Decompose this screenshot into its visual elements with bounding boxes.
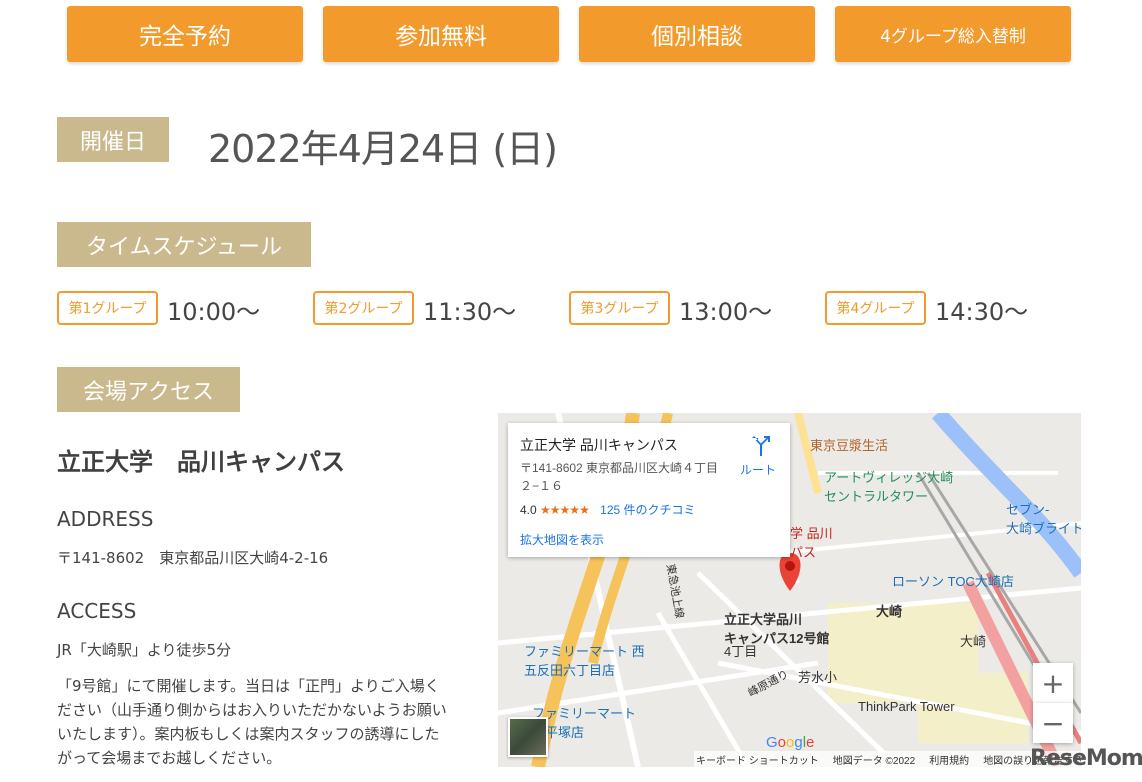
directions-icon[interactable] (748, 435, 772, 457)
embedded-map[interactable]: 立正大学 品川キャンパス 〒141-8602 東京都品川区大崎４丁目２−１６ 4… (498, 413, 1081, 767)
schedule-label: タイムスケジュール (57, 222, 311, 267)
feature-free: 参加無料 (323, 6, 559, 62)
terms-link[interactable]: 利用規約 (929, 752, 969, 767)
satellite-toggle[interactable] (508, 717, 548, 757)
zoom-out-button[interactable]: − (1033, 703, 1073, 743)
group-badge-1: 第1グループ (57, 291, 158, 325)
google-logo: Google (766, 734, 815, 751)
group-badge-4: 第4グループ (825, 291, 926, 325)
map-card-rating: 4.0 ★★★★★ 125 件のクチコミ (520, 501, 696, 518)
map-card-title: 立正大学 品川キャンパス (520, 437, 678, 453)
venue-name: 立正大学 品川キャンパス (57, 448, 345, 476)
venue-description: 「9号館」にて開催します。当日は「正門」よりご入場ください（山手通り側からはお入… (57, 677, 447, 767)
map-label-campus-pin[interactable]: 学 品川 パス (790, 523, 833, 561)
group-time-1: 10:00〜 (167, 298, 261, 326)
date-label: 開催日 (57, 117, 169, 162)
map-label-artvillage[interactable]: アートヴィレッジ大崎 セントラルタワー (824, 467, 953, 505)
group-time-2: 11:30〜 (423, 298, 517, 326)
map-label-familymart-1[interactable]: ファミリーマート 西 五反田六丁目店 (524, 641, 645, 679)
feature-consultation: 個別相談 (579, 6, 815, 62)
group-badge-3: 第3グループ (569, 291, 670, 325)
resemom-watermark: ReseMom (1030, 746, 1142, 771)
feature-group-rotation: 4グループ総入替制 (835, 6, 1071, 62)
keyboard-shortcuts-link[interactable]: キーボード ショートカット (696, 752, 819, 767)
access-label: 会場アクセス (57, 367, 240, 412)
route-link[interactable]: ルート (740, 461, 776, 478)
address-text: 〒141-8602 東京都品川区大崎4-2-16 (57, 549, 329, 567)
access-route: JR「大崎駅」より徒歩5分 (57, 641, 232, 659)
access-heading: ACCESS (57, 599, 137, 623)
map-label-yonchome: 4丁目 (724, 644, 758, 659)
map-info-card: 立正大学 品川キャンパス 〒141-8602 東京都品川区大崎４丁目２−１６ 4… (508, 423, 790, 557)
rating-value: 4.0 (520, 503, 537, 517)
reviews-link[interactable]: 125 件のクチコミ (600, 503, 695, 517)
larger-map-link[interactable]: 拡大地図を表示 (520, 531, 604, 548)
group-time-4: 14:30〜 (935, 298, 1029, 326)
map-label-tofu[interactable]: 東京豆漿生活 (810, 435, 888, 454)
map-label-housui[interactable]: 芳水小 (798, 667, 837, 686)
map-label-osaki-station[interactable]: 大崎 (960, 631, 986, 650)
group-time-3: 13:00〜 (679, 298, 773, 326)
group-badge-2: 第2グループ (313, 291, 414, 325)
map-label-osaki-area: 大崎 (876, 604, 903, 619)
zoom-in-button[interactable]: + (1033, 663, 1073, 703)
event-date: 2022年4月24日 (日) (208, 127, 558, 171)
map-data-text: 地図データ ©2022 (832, 755, 916, 767)
map-card-address: 〒141-8602 東京都品川区大崎４丁目２−１６ (520, 461, 719, 493)
map-attribution: キーボード ショートカット 地図データ ©2022 利用規約 地図の誤りを報告す… (694, 751, 1081, 767)
feature-reservation: 完全予約 (67, 6, 303, 62)
map-label-lawson[interactable]: ローソン TOC大崎店 (892, 571, 1014, 590)
address-heading: ADDRESS (57, 507, 154, 531)
map-label-seven[interactable]: セブン- 大崎ブライト (1006, 499, 1081, 537)
map-label-thinkpark[interactable]: ThinkPark Tower (858, 699, 955, 714)
rating-stars-icon: ★★★★★ (540, 503, 590, 517)
